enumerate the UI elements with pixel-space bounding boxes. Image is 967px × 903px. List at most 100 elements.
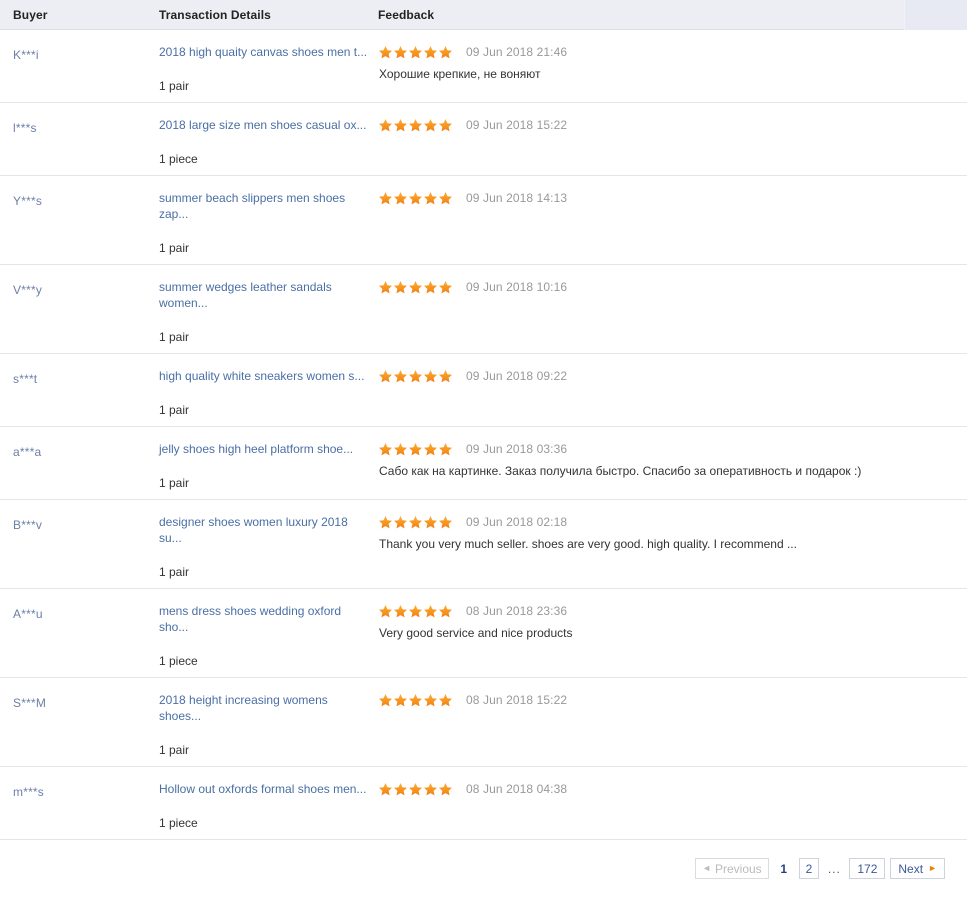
star-icon <box>378 45 393 60</box>
table-row: a***a jelly shoes high heel platform shoe… <box>0 427 967 500</box>
rating-stars <box>378 442 453 457</box>
cell-feedback: 08 Jun 2018 04:38 <box>375 781 967 797</box>
rating-stars <box>378 45 453 60</box>
product-title-link[interactable]: 2018 height increasing womens shoes... <box>159 692 373 724</box>
table-row: S***M 2018 height increasing womens shoes… <box>0 678 967 767</box>
star-icon <box>393 604 408 619</box>
cell-feedback: 09 Jun 2018 14:13 <box>375 190 967 206</box>
buyer-name: Y***s <box>13 194 43 208</box>
cell-feedback: 09 Jun 2018 02:18 Thank you very much sel… <box>375 514 967 552</box>
product-title-link[interactable]: jelly shoes high heel platform shoe... <box>159 441 373 457</box>
feedback-comment: Сабо как на картинке. Заказ получила быс… <box>379 464 862 478</box>
star-icon <box>438 118 453 133</box>
feedback-header: 08 Jun 2018 23:36 <box>378 603 967 619</box>
product-quantity: 1 piece <box>159 152 198 166</box>
product-title-link[interactable]: 2018 high quaity canvas shoes men t... <box>159 44 373 60</box>
star-icon <box>408 369 423 384</box>
cell-transaction-details: summer wedges leather sandals women... 1 … <box>145 279 375 345</box>
table-row: l***s 2018 large size men shoes casual ox… <box>0 103 967 176</box>
star-icon <box>408 191 423 206</box>
buyer-name: m***s <box>13 785 45 799</box>
rating-stars <box>378 191 453 206</box>
table-header-row: Buyer Transaction Details Feedback <box>0 0 967 30</box>
feedback-date: 08 Jun 2018 15:22 <box>466 693 568 707</box>
cell-transaction-details: high quality white sneakers women s... 1 … <box>145 368 375 418</box>
rating-stars <box>378 693 453 708</box>
product-title-link[interactable]: summer wedges leather sandals women... <box>159 279 373 311</box>
pagination-previous-button[interactable]: ◄ Previous <box>695 858 769 879</box>
prev-arrow-icon: ◄ <box>702 863 711 873</box>
cell-transaction-details: summer beach slippers men shoes zap... 1 … <box>145 190 375 256</box>
star-icon <box>393 442 408 457</box>
star-icon <box>393 693 408 708</box>
feedback-date: 09 Jun 2018 15:22 <box>466 118 568 132</box>
feedback-date: 08 Jun 2018 04:38 <box>466 782 568 796</box>
star-icon <box>408 45 423 60</box>
product-title-link[interactable]: 2018 large size men shoes casual ox... <box>159 117 373 133</box>
pagination-next-button[interactable]: Next ► <box>890 858 945 879</box>
pagination-page-2[interactable]: 2 <box>798 858 820 879</box>
product-title-link[interactable]: mens dress shoes wedding oxford sho... <box>159 603 373 635</box>
rating-stars <box>378 515 453 530</box>
rating-stars <box>378 118 453 133</box>
feedback-comment: Хорошие крепкие, не воняют <box>379 67 541 81</box>
pagination-ellipsis: ... <box>827 861 841 876</box>
feedback-date: 09 Jun 2018 10:16 <box>466 280 568 294</box>
product-quantity: 1 pair <box>159 403 190 417</box>
cell-feedback: 09 Jun 2018 10:16 <box>375 279 967 295</box>
column-header-feedback: Feedback <box>378 7 435 22</box>
table-row: K***i 2018 high quaity canvas shoes men t… <box>0 30 967 103</box>
feedback-header: 09 Jun 2018 15:22 <box>378 117 967 133</box>
feedback-date: 09 Jun 2018 02:18 <box>466 515 568 529</box>
product-title-link[interactable]: Hollow out oxfords formal shoes men... <box>159 781 373 797</box>
cell-buyer: B***v <box>0 514 145 533</box>
product-quantity: 1 pair <box>159 330 190 344</box>
feedback-date: 08 Jun 2018 23:36 <box>466 604 568 618</box>
cell-transaction-details: jelly shoes high heel platform shoe... 1 … <box>145 441 375 491</box>
feedback-date: 09 Jun 2018 14:13 <box>466 191 568 205</box>
product-title-link[interactable]: high quality white sneakers women s... <box>159 368 373 384</box>
pagination-last-page[interactable]: 172 <box>849 858 886 879</box>
star-icon <box>408 442 423 457</box>
star-icon <box>378 369 393 384</box>
product-title-link[interactable]: designer shoes women luxury 2018 su... <box>159 514 373 546</box>
pagination-page-1-label: 1 <box>780 861 788 876</box>
star-icon <box>393 782 408 797</box>
buyer-name: S***M <box>13 696 47 710</box>
cell-transaction-details: designer shoes women luxury 2018 su... 1 … <box>145 514 375 580</box>
star-icon <box>423 280 438 295</box>
star-icon <box>423 45 438 60</box>
star-icon <box>438 515 453 530</box>
feedback-header: 09 Jun 2018 02:18 <box>378 514 967 530</box>
feedback-header: 08 Jun 2018 04:38 <box>378 781 967 797</box>
product-title-link[interactable]: summer beach slippers men shoes zap... <box>159 190 373 222</box>
star-icon <box>378 442 393 457</box>
star-icon <box>393 118 408 133</box>
cell-transaction-details: Hollow out oxfords formal shoes men... 1 … <box>145 781 375 831</box>
star-icon <box>423 693 438 708</box>
cell-feedback: 09 Jun 2018 03:36 Сабо как на картинке. З… <box>375 441 967 479</box>
pagination-page-1[interactable]: 1 <box>774 858 794 879</box>
cell-buyer: m***s <box>0 781 145 800</box>
rating-stars <box>378 782 453 797</box>
table-row: V***y summer wedges leather sandals women… <box>0 265 967 354</box>
star-icon <box>408 604 423 619</box>
cell-feedback: 08 Jun 2018 15:22 <box>375 692 967 708</box>
column-header-buyer: Buyer <box>13 7 48 22</box>
feedback-table-body: K***i 2018 high quaity canvas shoes men t… <box>0 30 967 840</box>
feedback-comment: Thank you very much seller. shoes are ve… <box>379 537 797 551</box>
cell-feedback: 09 Jun 2018 21:46 Хорошие крепкие, не вон… <box>375 44 967 82</box>
column-header-transaction: Transaction Details <box>159 7 271 22</box>
product-quantity: 1 pair <box>159 743 190 757</box>
product-quantity: 1 piece <box>159 816 198 830</box>
feedback-header: 08 Jun 2018 15:22 <box>378 692 967 708</box>
cell-buyer: l***s <box>0 117 145 136</box>
star-icon <box>423 604 438 619</box>
next-arrow-icon: ► <box>928 863 937 873</box>
star-icon <box>438 280 453 295</box>
cell-buyer: a***a <box>0 441 145 460</box>
cell-transaction-details: 2018 large size men shoes casual ox... 1 … <box>145 117 375 167</box>
star-icon <box>408 782 423 797</box>
rating-stars <box>378 369 453 384</box>
buyer-name: B***v <box>13 518 43 532</box>
